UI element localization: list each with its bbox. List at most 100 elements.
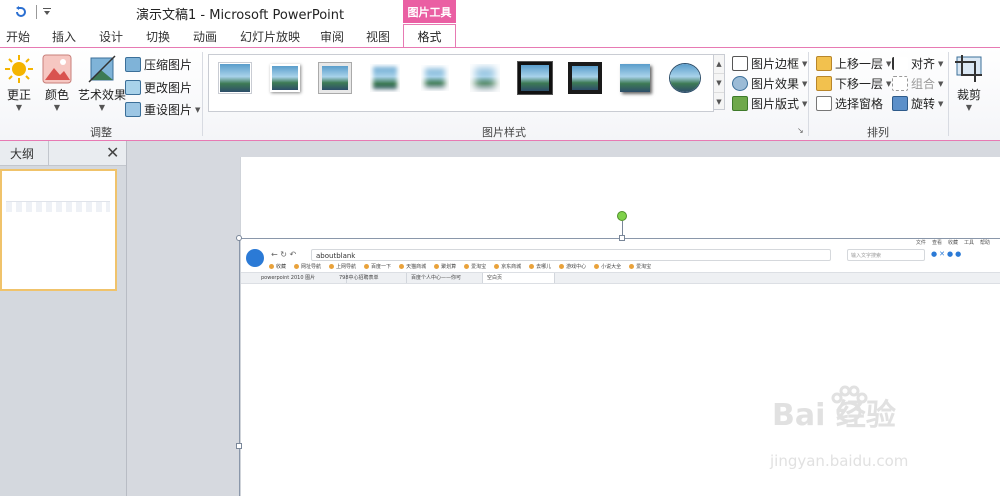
rotate-label: 旋转 bbox=[911, 97, 936, 111]
dropdown-arrow-icon: ▼ bbox=[98, 103, 106, 112]
picture-layout-button[interactable]: 图片版式 ▼ bbox=[732, 95, 807, 112]
resize-handle-middle-left[interactable] bbox=[236, 443, 242, 449]
tab-home[interactable]: 开始 bbox=[6, 28, 30, 45]
color-label: 颜色 bbox=[44, 88, 69, 102]
bring-forward-icon bbox=[816, 56, 832, 71]
picture-effects-label: 图片效果 bbox=[751, 77, 800, 91]
favorite-item: 爱淘宝 bbox=[464, 263, 486, 272]
picture-style-soft-edge[interactable] bbox=[367, 61, 403, 95]
browser-nav-icons: ← ↻ ↶ bbox=[271, 250, 297, 259]
browser-menu-item: 帮助 bbox=[979, 240, 990, 246]
crop-button[interactable]: 裁剪 ▼ bbox=[954, 54, 984, 113]
bring-forward-button[interactable]: 上移一层 ▼ bbox=[816, 55, 891, 72]
corrections-label: 更正 bbox=[6, 88, 31, 102]
selection-pane-label: 选择窗格 bbox=[835, 97, 884, 111]
undo-icon[interactable] bbox=[14, 5, 28, 19]
ribbon-tabs: 开始 插入 设计 切换 动画 幻灯片放映 审阅 视图 格式 bbox=[0, 24, 1000, 48]
dialog-launcher-icon[interactable]: ↘ bbox=[797, 126, 804, 135]
resize-handle-top-center[interactable] bbox=[619, 235, 625, 241]
color-picture-icon bbox=[42, 54, 72, 84]
reset-picture-button[interactable]: 重设图片 ▼ bbox=[125, 101, 200, 118]
gallery-down-icon[interactable]: ▼ bbox=[714, 74, 724, 93]
browser-menu-item: 查看 bbox=[931, 240, 942, 246]
picture-style-black-frame[interactable] bbox=[567, 61, 603, 95]
dropdown-arrow-icon: ▼ bbox=[802, 99, 808, 108]
tab-insert[interactable]: 插入 bbox=[52, 28, 76, 45]
favorite-item: 上网导航 bbox=[329, 263, 356, 272]
tab-transitions[interactable]: 切换 bbox=[146, 28, 170, 45]
tab-outline[interactable]: 大纲 bbox=[10, 145, 34, 162]
picture-style-metal-frame[interactable] bbox=[317, 61, 353, 95]
dropdown-arrow-icon: ▼ bbox=[938, 99, 944, 108]
send-backward-button[interactable]: 下移一层 ▼ bbox=[816, 75, 891, 92]
tab-view[interactable]: 视图 bbox=[366, 28, 390, 45]
favorite-item: 京东商城 bbox=[494, 263, 521, 272]
dropdown-arrow-icon: ▼ bbox=[195, 105, 201, 114]
picture-style-double-frame[interactable] bbox=[417, 61, 453, 95]
picture-style-soft-edge-rect[interactable] bbox=[467, 61, 503, 95]
compress-label: 压缩图片 bbox=[144, 58, 193, 72]
artistic-effects-button[interactable]: 艺术效果 ▼ bbox=[78, 54, 126, 113]
picture-effects-button[interactable]: 图片效果 ▼ bbox=[732, 75, 807, 92]
picture-style-shadow-rect[interactable] bbox=[617, 61, 653, 95]
change-picture-icon bbox=[125, 80, 141, 95]
compress-pictures-button[interactable]: 压缩图片 bbox=[125, 56, 192, 73]
close-icon[interactable]: ✕ bbox=[106, 143, 119, 162]
tab-design[interactable]: 设计 bbox=[99, 28, 123, 45]
favorite-item: 游戏中心 bbox=[559, 263, 586, 272]
align-label: 对齐 bbox=[911, 57, 936, 71]
gallery-scroll[interactable]: ▲ ▼ ▼ bbox=[713, 54, 725, 110]
gallery-up-icon[interactable]: ▲ bbox=[714, 55, 724, 74]
picture-border-button[interactable]: 图片边框 ▼ bbox=[732, 55, 807, 72]
rotate-button[interactable]: 旋转 ▼ bbox=[892, 95, 943, 112]
align-button[interactable]: 对齐 ▼ bbox=[892, 55, 943, 72]
toolbar-separator bbox=[36, 5, 37, 19]
selection-pane-button[interactable]: 选择窗格 bbox=[816, 95, 883, 112]
picture-style-shadow-frame[interactable] bbox=[267, 61, 303, 95]
group-label-arrange: 排列 bbox=[867, 126, 889, 139]
color-button[interactable]: 颜色 ▼ bbox=[42, 54, 72, 113]
group-icon bbox=[892, 76, 908, 91]
change-picture-button[interactable]: 更改图片 bbox=[125, 79, 192, 96]
resize-handle-top-left[interactable] bbox=[236, 235, 242, 241]
favorite-item: 百度一下 bbox=[364, 263, 391, 272]
slide-thumbnail[interactable] bbox=[0, 169, 117, 291]
favorite-item: 小说大全 bbox=[594, 263, 621, 272]
change-picture-label: 更改图片 bbox=[144, 81, 193, 95]
picture-style-simple-frame[interactable] bbox=[217, 61, 253, 95]
picture-styles-gallery bbox=[208, 54, 714, 112]
artistic-effects-label: 艺术效果 bbox=[78, 88, 127, 102]
gallery-more-icon[interactable]: ▼ bbox=[714, 93, 724, 111]
reset-picture-icon bbox=[125, 102, 141, 117]
rotate-icon bbox=[892, 96, 908, 111]
dropdown-arrow-icon: ▼ bbox=[53, 103, 61, 112]
favorite-item: 网址导航 bbox=[294, 263, 321, 272]
picture-tools-context-title: 图片工具 bbox=[403, 0, 456, 23]
tab-animations[interactable]: 动画 bbox=[193, 28, 217, 45]
picture-layout-label: 图片版式 bbox=[751, 97, 800, 111]
tab-slideshow[interactable]: 幻灯片放映 bbox=[240, 28, 300, 45]
group-button[interactable]: 组合 ▼ bbox=[892, 75, 943, 92]
dropdown-arrow-icon: ▼ bbox=[802, 79, 808, 88]
compress-icon bbox=[125, 57, 141, 72]
send-backward-icon bbox=[816, 76, 832, 91]
group-separator bbox=[948, 52, 949, 136]
panel-header: 大纲 ✕ bbox=[0, 141, 126, 166]
browser-menu-item: 工具 bbox=[963, 240, 974, 246]
picture-style-oval[interactable] bbox=[667, 61, 703, 95]
pencil-border-icon bbox=[732, 56, 748, 71]
corrections-button[interactable]: 更正 ▼ bbox=[4, 54, 34, 113]
watermark-url: jingyan.baidu.com bbox=[770, 452, 909, 470]
bring-forward-label: 上移一层 bbox=[835, 57, 884, 71]
quick-access-toolbar bbox=[14, 4, 51, 20]
effects-icon bbox=[732, 76, 748, 91]
customize-toolbar-icon[interactable] bbox=[43, 7, 51, 17]
tab-review[interactable]: 审阅 bbox=[320, 28, 344, 45]
picture-style-thick-black[interactable] bbox=[517, 61, 553, 95]
rotation-handle[interactable] bbox=[617, 211, 627, 221]
picture-border-label: 图片边框 bbox=[751, 57, 800, 71]
browser-tab: 空白页 bbox=[483, 273, 555, 283]
favorite-item: 收藏 bbox=[269, 263, 286, 272]
tab-format[interactable]: 格式 bbox=[403, 24, 456, 48]
browser-menu-item: 收藏 bbox=[947, 240, 958, 246]
